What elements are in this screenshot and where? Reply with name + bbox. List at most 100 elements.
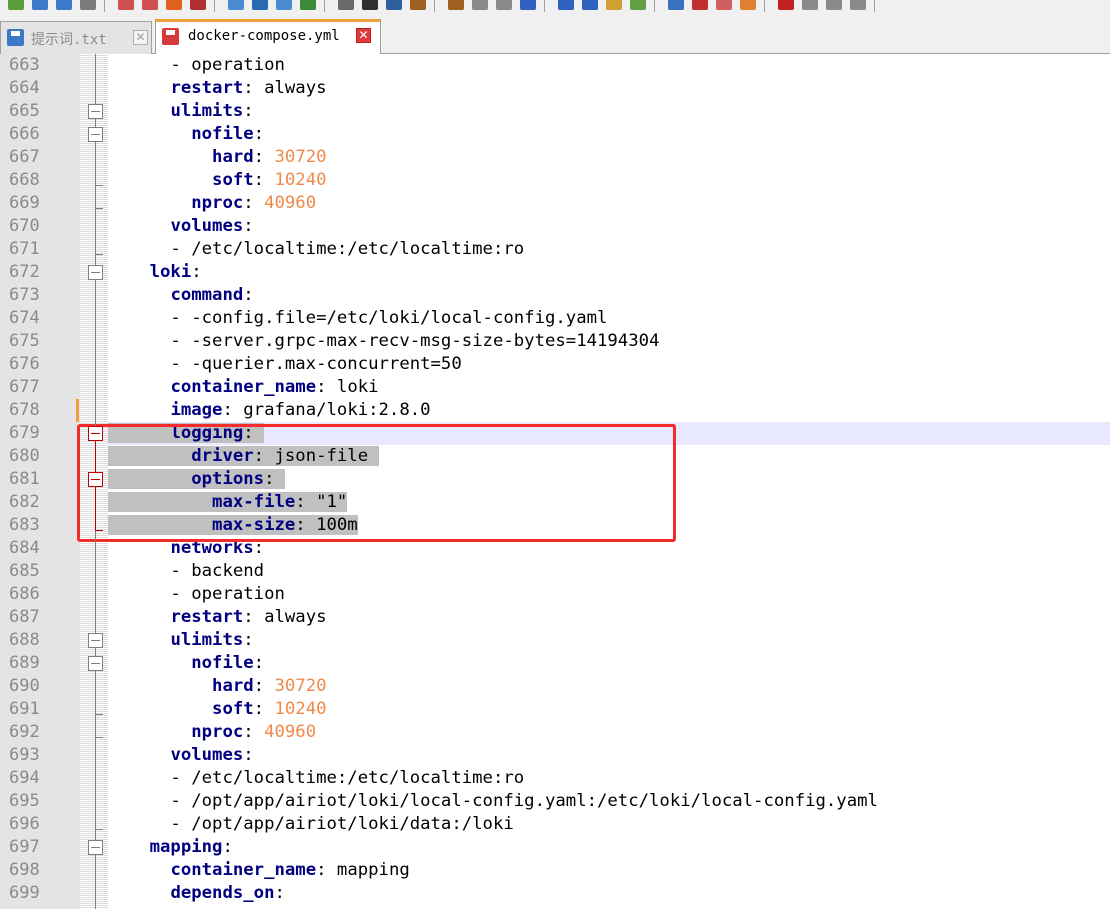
code-text[interactable]: - /etc/localtime:/etc/localtime:ro — [108, 767, 524, 790]
code-line[interactable]: 694 - /etc/localtime:/etc/localtime:ro — [0, 767, 1110, 790]
code-line[interactable]: 687 restart: always — [0, 606, 1110, 629]
toolbar-button-icon[interactable] — [630, 0, 646, 10]
code-text[interactable]: - -querier.max-concurrent=50 — [108, 353, 461, 376]
toolbar-button-icon[interactable] — [802, 0, 818, 10]
code-line[interactable]: 675 - -server.grpc-max-recv-msg-size-byt… — [0, 330, 1110, 353]
code-text[interactable]: hard: 30720 — [108, 146, 326, 169]
code-line[interactable]: 670 volumes: — [0, 215, 1110, 238]
code-text[interactable]: - /opt/app/airiot/loki/local-config.yaml… — [108, 790, 878, 813]
code-text[interactable]: container_name: mapping — [108, 859, 409, 882]
toolbar-button-icon[interactable] — [826, 0, 842, 10]
toolbar-button-icon[interactable] — [558, 0, 574, 10]
toolbar-button-icon[interactable] — [692, 0, 708, 10]
code-line[interactable]: 668 soft: 10240 — [0, 169, 1110, 192]
toolbar-button-icon[interactable] — [582, 0, 598, 10]
fold-collapse-icon[interactable] — [88, 265, 103, 280]
code-line[interactable]: 688 ulimits: — [0, 629, 1110, 652]
code-text[interactable]: nproc: 40960 — [108, 721, 316, 744]
toolbar-button-icon[interactable] — [496, 0, 512, 10]
code-line[interactable]: 673 command: — [0, 284, 1110, 307]
code-text[interactable]: nproc: 40960 — [108, 192, 316, 215]
code-text[interactable]: mapping: — [108, 836, 233, 859]
code-line[interactable]: 669 nproc: 40960 — [0, 192, 1110, 215]
code-text[interactable]: - operation — [108, 54, 284, 77]
code-text[interactable]: volumes: — [108, 744, 253, 767]
code-editor[interactable]: 663 - operation 664 restart: always 665 ul… — [0, 54, 1110, 909]
toolbar-button-icon[interactable] — [32, 0, 48, 10]
tab-docker-compose[interactable]: docker-compose.yml ✕ — [155, 19, 381, 55]
code-text[interactable]: image: grafana/loki:2.8.0 — [108, 399, 430, 422]
fold-collapse-icon[interactable] — [88, 656, 103, 671]
fold-collapse-icon[interactable] — [88, 840, 103, 855]
code-text[interactable]: nofile: — [108, 123, 264, 146]
toolbar-button-icon[interactable] — [56, 0, 72, 10]
code-text[interactable]: command: — [108, 284, 253, 307]
code-line[interactable]: 699 depends_on: — [0, 882, 1110, 905]
code-line[interactable]: 686 - operation — [0, 583, 1110, 606]
toolbar-button-icon[interactable] — [8, 0, 24, 10]
fold-collapse-icon[interactable] — [88, 472, 103, 487]
code-line[interactable]: 691 soft: 10240 — [0, 698, 1110, 721]
fold-collapse-icon[interactable] — [88, 426, 103, 441]
fold-collapse-icon[interactable] — [88, 633, 103, 648]
toolbar-button-icon[interactable] — [362, 0, 378, 10]
code-line[interactable]: 676 - -querier.max-concurrent=50 — [0, 353, 1110, 376]
toolbar-button-icon[interactable] — [472, 0, 488, 10]
fold-collapse-icon[interactable] — [88, 127, 103, 142]
toolbar-button-icon[interactable] — [338, 0, 354, 10]
code-line[interactable]: 693 volumes: — [0, 744, 1110, 767]
code-line[interactable]: 666 nofile: — [0, 123, 1110, 146]
code-line[interactable]: 663 - operation — [0, 54, 1110, 77]
code-line[interactable]: 665 ulimits: — [0, 100, 1110, 123]
code-text[interactable]: - backend — [108, 560, 264, 583]
code-line[interactable]: 672 loki: — [0, 261, 1110, 284]
toolbar-button-icon[interactable] — [520, 0, 536, 10]
code-text[interactable]: ulimits: — [108, 100, 253, 123]
code-text[interactable]: depends_on: — [108, 882, 284, 905]
toolbar-button-icon[interactable] — [668, 0, 684, 10]
code-line[interactable]: 697 mapping: — [0, 836, 1110, 859]
fold-collapse-icon[interactable] — [88, 104, 103, 119]
code-line[interactable]: 692 nproc: 40960 — [0, 721, 1110, 744]
code-line[interactable]: 678 image: grafana/loki:2.8.0 — [0, 399, 1110, 422]
toolbar-button-icon[interactable] — [142, 0, 158, 10]
toolbar-button-icon[interactable] — [80, 0, 96, 10]
code-text[interactable]: soft: 10240 — [108, 169, 326, 192]
code-line[interactable]: 674 - -config.file=/etc/loki/local-confi… — [0, 307, 1110, 330]
toolbar-button-icon[interactable] — [228, 0, 244, 10]
close-icon[interactable]: ✕ — [133, 30, 148, 45]
code-text[interactable]: - -server.grpc-max-recv-msg-size-bytes=1… — [108, 330, 659, 353]
code-text[interactable]: hard: 30720 — [108, 675, 326, 698]
code-line[interactable]: 698 container_name: mapping — [0, 859, 1110, 882]
tab-prompt-txt[interactable]: 提示词.txt ✕ — [0, 21, 152, 54]
code-text[interactable]: - /opt/app/airiot/loki/data:/loki — [108, 813, 513, 836]
code-line[interactable]: 685 - backend — [0, 560, 1110, 583]
toolbar-button-icon[interactable] — [778, 0, 794, 10]
toolbar-button-icon[interactable] — [386, 0, 402, 10]
code-line[interactable]: 695 - /opt/app/airiot/loki/local-config.… — [0, 790, 1110, 813]
code-line[interactable]: 690 hard: 30720 — [0, 675, 1110, 698]
code-text[interactable]: - -config.file=/etc/loki/local-config.ya… — [108, 307, 607, 330]
code-text[interactable]: ulimits: — [108, 629, 253, 652]
toolbar-button-icon[interactable] — [448, 0, 464, 10]
code-text[interactable]: nofile: — [108, 652, 264, 675]
code-line[interactable]: 677 container_name: loki — [0, 376, 1110, 399]
code-text[interactable]: restart: always — [108, 606, 326, 629]
code-line[interactable]: 664 restart: always — [0, 77, 1110, 100]
code-line[interactable]: 671 - /etc/localtime:/etc/localtime:ro — [0, 238, 1110, 261]
code-text[interactable]: - operation — [108, 583, 284, 606]
toolbar-button-icon[interactable] — [190, 0, 206, 10]
toolbar-button-icon[interactable] — [276, 0, 292, 10]
code-line[interactable]: 696 - /opt/app/airiot/loki/data:/loki — [0, 813, 1110, 836]
toolbar-button-icon[interactable] — [300, 0, 316, 10]
toolbar-button-icon[interactable] — [716, 0, 732, 10]
code-text[interactable]: soft: 10240 — [108, 698, 326, 721]
toolbar-button-icon[interactable] — [410, 0, 426, 10]
code-text[interactable]: restart: always — [108, 77, 326, 100]
toolbar-button-icon[interactable] — [740, 0, 756, 10]
toolbar-button-icon[interactable] — [606, 0, 622, 10]
code-line[interactable]: 689 nofile: — [0, 652, 1110, 675]
toolbar-button-icon[interactable] — [850, 0, 866, 10]
code-text[interactable]: loki: — [108, 261, 202, 284]
toolbar-button-icon[interactable] — [166, 0, 182, 10]
